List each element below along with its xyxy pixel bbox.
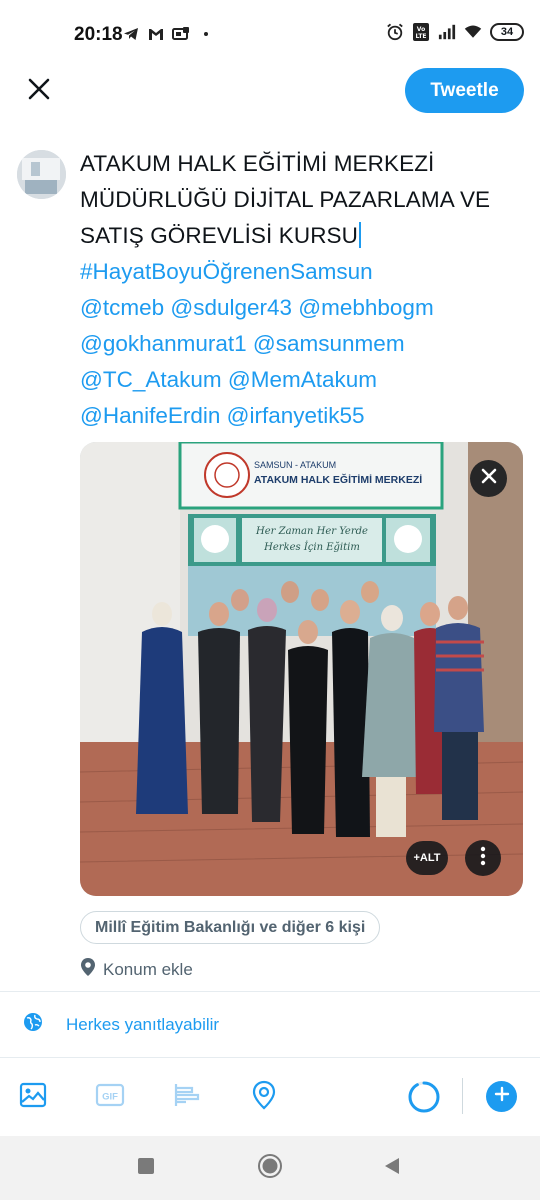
remove-photo-button[interactable] <box>470 460 507 497</box>
divider <box>0 1057 540 1058</box>
more-vertical-icon <box>480 846 486 871</box>
avatar[interactable] <box>17 150 66 199</box>
tweet-text-line: SATIŞ GÖREVLİSİ KURSU <box>80 218 530 254</box>
add-image-button[interactable] <box>16 1080 50 1114</box>
add-location-button[interactable]: Konum ekle <box>80 957 193 982</box>
tagged-people-button[interactable]: Millî Eğitim Bakanlığı ve diğer 6 kişi <box>80 911 381 944</box>
text-cursor <box>359 222 361 248</box>
alarm-icon <box>386 23 404 41</box>
add-alt-text-button[interactable]: +ALT <box>406 841 448 875</box>
home-button[interactable] <box>255 1153 285 1183</box>
reply-setting-button[interactable]: Herkes yanıtlayabilir <box>23 1012 219 1037</box>
mentions-line[interactable]: @TC_Atakum @MemAtakum <box>80 362 530 398</box>
recents-button[interactable] <box>131 1153 161 1183</box>
status-bar: 20:18 Vo LTE 34 <box>0 0 540 70</box>
character-count-ring <box>407 1080 441 1114</box>
image-icon <box>18 1080 48 1115</box>
signal-icon <box>438 23 456 41</box>
tweet-text-line: MÜDÜRLÜĞÜ DİJİTAL PAZARLAMA VE <box>80 187 491 212</box>
mentions-line[interactable]: @gokhanmurat1 @samsunmem <box>80 326 530 362</box>
close-icon <box>481 468 497 489</box>
add-poll-button[interactable] <box>170 1080 204 1114</box>
battery-indicator: 34 <box>490 23 524 41</box>
photo-more-button[interactable] <box>465 840 501 876</box>
dot-icon <box>197 25 215 43</box>
location-icon <box>250 1080 278 1115</box>
volte-icon: Vo LTE <box>412 23 430 41</box>
square-icon <box>137 1157 155 1180</box>
add-gif-button[interactable]: GIF <box>93 1080 127 1114</box>
divider <box>0 991 540 992</box>
back-button[interactable] <box>377 1153 407 1183</box>
banner-text-1: Her Zaman Her Yerde <box>255 526 368 537</box>
back-triangle-icon <box>382 1156 402 1181</box>
toolbar-divider <box>462 1078 463 1114</box>
attached-photo[interactable]: SAMSUN - ATAKUM ATAKUM HALK EĞİTİMİ MERK… <box>80 442 523 896</box>
gif-icon: GIF <box>95 1080 125 1115</box>
banner-text-2: Herkes İçin Eğitim <box>263 541 360 553</box>
notification-icon <box>172 25 190 43</box>
close-icon <box>27 77 51 106</box>
status-time: 20:18 <box>74 24 123 45</box>
wifi-icon <box>464 23 482 41</box>
home-circle-icon <box>257 1153 283 1184</box>
add-location-label: Konum ekle <box>103 959 193 979</box>
sign-small-text: SAMSUN - ATAKUM <box>254 460 336 470</box>
reply-setting-label: Herkes yanıtlayabilir <box>66 1014 220 1034</box>
gif-icon-text: GIF <box>102 1091 118 1102</box>
gmail-icon <box>147 25 165 43</box>
location-pin-icon <box>80 957 96 982</box>
hashtag-link[interactable]: #HayatBoyuÖğrenenSamsun <box>80 254 530 290</box>
svg-text:LTE: LTE <box>415 33 426 40</box>
tweet-text-line: ATAKUM HALK EĞİTİMİ MERKEZİ <box>80 151 435 176</box>
close-button[interactable] <box>20 72 58 110</box>
mentions-line[interactable]: @HanifeErdin @irfanyetik55 <box>80 398 530 434</box>
svg-text:Vo: Vo <box>417 26 425 33</box>
tweet-button[interactable]: Tweetle <box>405 68 524 113</box>
telegram-icon <box>122 25 140 43</box>
poll-icon <box>172 1080 202 1115</box>
add-location-toolbar-button[interactable] <box>247 1080 281 1114</box>
sign-big-text: ATAKUM HALK EĞİTİMİ MERKEZİ <box>254 473 422 486</box>
mentions-line[interactable]: @tcmeb @sdulger43 @mebhbogm <box>80 290 530 326</box>
plus-icon <box>494 1086 510 1107</box>
add-thread-button[interactable] <box>486 1081 517 1112</box>
tweet-composer[interactable]: ATAKUM HALK EĞİTİMİ MERKEZİ MÜDÜRLÜĞÜ Dİ… <box>80 146 530 434</box>
tweet-text-line-content: SATIŞ GÖREVLİSİ KURSU <box>80 223 358 248</box>
globe-icon <box>23 1012 43 1037</box>
